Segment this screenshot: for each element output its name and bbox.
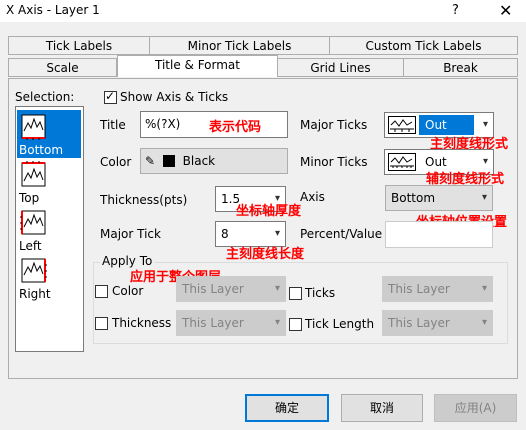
apply-tick-length-checkbox[interactable]	[289, 318, 302, 331]
close-icon[interactable]: ✕	[499, 1, 512, 20]
minor-ticks-label: Minor Ticks	[300, 155, 368, 169]
apply-thickness-combo[interactable]: This Layer ▾	[176, 310, 286, 336]
color-label: Color	[100, 155, 132, 169]
tab-minor-tick-labels[interactable]: Minor Tick Labels	[149, 36, 330, 55]
tab-break[interactable]: Break	[403, 58, 518, 77]
annotation-thickness: 坐标轴厚度	[236, 204, 302, 219]
apply-color-combo[interactable]: This Layer ▾	[176, 276, 286, 302]
tab-title-format[interactable]: Title & Format	[117, 55, 278, 77]
tab-custom-tick-labels[interactable]: Custom Tick Labels	[329, 36, 518, 55]
major-tick-label: Major Tick	[100, 227, 161, 241]
annotation-title: 表示代码	[209, 120, 262, 135]
axis-dialog: X Axis - Layer 1 ? ✕ Tick Labels Minor T…	[0, 0, 526, 430]
axis-value: Bottom	[391, 191, 436, 205]
cancel-button[interactable]: 取消	[341, 394, 423, 422]
tab-scale[interactable]: Scale	[8, 58, 117, 77]
apply-tick-length-combo[interactable]: This Layer ▾	[382, 310, 493, 336]
apply-button[interactable]: 应用(A)	[434, 394, 517, 422]
title-bar: X Axis - Layer 1 ? ✕	[0, 0, 526, 22]
tab-grid-lines[interactable]: Grid Lines	[277, 58, 404, 77]
color-picker[interactable]: ✎ Black	[140, 148, 288, 174]
axis-right-icon	[21, 258, 47, 283]
chevron-down-icon: ▾	[274, 283, 280, 294]
apply-color-checkbox[interactable]	[95, 285, 108, 298]
apply-ticks-label: Ticks	[305, 286, 336, 300]
thickness-label: Thickness(pts)	[100, 193, 188, 207]
show-axis-checkbox[interactable]	[104, 89, 117, 104]
apply-ticks-value: This Layer	[388, 282, 450, 296]
apply-thickness-checkbox[interactable]	[95, 317, 108, 330]
axis-label: Axis	[300, 190, 325, 204]
chevron-down-icon: ▾	[481, 192, 487, 203]
selection-item-label: Right	[19, 287, 51, 301]
tab-tick-labels[interactable]: Tick Labels	[8, 36, 150, 55]
ok-button[interactable]: 确定	[245, 394, 329, 422]
selection-list[interactable]: Bottom Top Left Right	[15, 106, 84, 352]
selection-item-right[interactable]: Right	[17, 254, 81, 302]
window-title: X Axis - Layer 1	[6, 3, 100, 17]
axis-position-combo[interactable]: Bottom ▾	[385, 185, 493, 211]
chevron-down-icon: ▾	[481, 283, 487, 294]
apply-color-value: This Layer	[182, 282, 244, 296]
title-label: Title	[100, 118, 126, 132]
color-value: Black	[182, 154, 216, 168]
major-tick-value: 8	[221, 227, 229, 241]
apply-thickness-label: Thickness	[112, 316, 172, 330]
selection-item-left[interactable]: Left	[17, 206, 81, 254]
apply-ticks-checkbox[interactable]	[289, 287, 302, 300]
selection-item-top[interactable]: Top	[17, 158, 81, 206]
show-axis-label: Show Axis & Ticks	[120, 90, 229, 104]
color-swatch	[162, 155, 175, 167]
selection-label: Selection:	[15, 90, 75, 104]
chevron-down-icon: ▾	[481, 317, 487, 328]
selection-item-bottom[interactable]: Bottom	[17, 110, 81, 158]
selection-item-label: Bottom	[19, 143, 64, 157]
percent-value-label: Percent/Value	[300, 227, 383, 241]
pencil-icon: ✎	[145, 154, 156, 168]
apply-thickness-value: This Layer	[182, 316, 244, 330]
selection-item-label: Left	[19, 239, 42, 253]
selection-item-label: Top	[19, 191, 40, 205]
apply-tick-length-value: This Layer	[388, 316, 450, 330]
chevron-down-icon: ▾	[274, 317, 280, 328]
tick-style-icon	[388, 153, 416, 171]
tick-style-icon	[388, 116, 416, 134]
major-ticks-value: Out	[419, 115, 474, 135]
axis-bottom-icon	[21, 114, 46, 140]
apply-tick-length-label: Tick Length	[305, 317, 375, 331]
apply-ticks-combo[interactable]: This Layer ▾	[382, 276, 493, 302]
apply-color-label: Color	[112, 284, 144, 298]
axis-left-icon	[20, 210, 46, 235]
help-icon[interactable]: ?	[452, 3, 459, 18]
axis-top-icon	[21, 161, 46, 187]
annotation-major-tick: 主刻度线长度	[226, 247, 305, 262]
major-ticks-label: Major Ticks	[300, 118, 368, 132]
percent-value-input[interactable]	[385, 221, 493, 248]
